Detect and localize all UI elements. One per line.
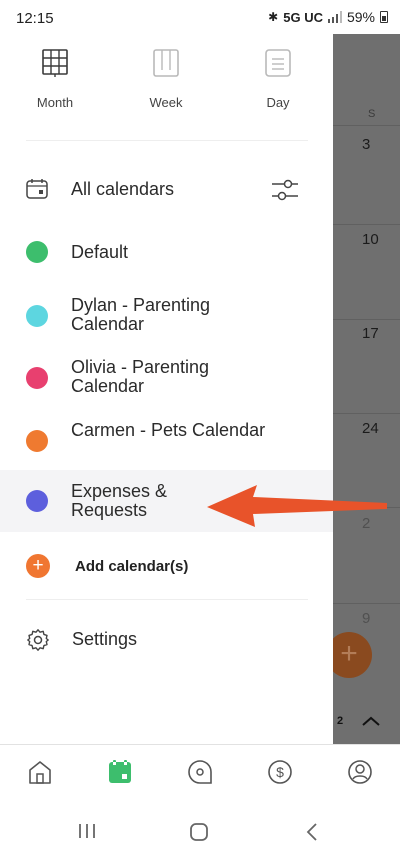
gear-icon — [27, 629, 49, 651]
add-calendar-button[interactable]: + Add calendar(s) — [0, 554, 333, 580]
bluetooth-icon: ✱ — [268, 10, 279, 24]
bottom-nav: $ — [0, 744, 400, 800]
divider — [333, 125, 400, 126]
week-columns-icon — [153, 49, 179, 77]
calendar-item-default[interactable]: Default — [0, 235, 333, 271]
status-bar: 12:15 ✱ 5G UC 59% — [0, 0, 400, 34]
chevron-up-icon[interactable] — [362, 716, 380, 726]
status-time: 12:15 — [16, 10, 54, 27]
calendar-icon[interactable] — [107, 759, 133, 785]
settings-label: Settings — [72, 629, 138, 649]
system-nav-bar — [0, 800, 400, 860]
page-indicator: 2 — [337, 715, 344, 727]
view-day-label: Day — [266, 95, 290, 110]
weekday-label: S — [368, 108, 376, 120]
calendar-color-dot — [26, 241, 48, 263]
home-button-icon[interactable] — [189, 822, 209, 842]
view-week-label: Week — [149, 95, 183, 110]
calendar-color-dot — [26, 367, 48, 389]
all-calendars-row[interactable]: All calendars — [0, 168, 333, 212]
date-cell: 24 — [362, 420, 379, 437]
calendar-item-dylan[interactable]: Dylan - Parenting Calendar — [0, 293, 333, 339]
view-week-button[interactable]: Week — [126, 48, 206, 110]
add-calendar-label: Add calendar(s) — [75, 558, 189, 575]
recent-apps-icon[interactable] — [77, 822, 97, 840]
battery-icon — [380, 11, 388, 23]
all-calendars-label: All calendars — [71, 179, 175, 199]
calendar-color-dot — [26, 305, 48, 327]
calendar-color-dot — [26, 490, 48, 512]
date-cell: 17 — [362, 325, 379, 342]
home-icon[interactable] — [27, 759, 53, 785]
annotation-arrow — [207, 485, 387, 527]
view-switcher: Month Week Day — [0, 48, 333, 128]
calendar-item-carmen[interactable]: Carmen - Pets Calendar — [0, 418, 333, 464]
settings-row[interactable]: Settings — [0, 626, 333, 654]
calendar-item-label: Default — [71, 242, 129, 262]
divider — [333, 413, 400, 414]
dollar-icon[interactable]: $ — [267, 759, 293, 785]
calendar-color-dot — [26, 430, 48, 452]
calendar-item-olivia[interactable]: Olivia - Parenting Calendar — [0, 355, 333, 401]
view-month-label: Month — [36, 95, 74, 110]
divider — [26, 140, 308, 141]
day-lines-icon — [265, 49, 291, 77]
back-icon[interactable] — [305, 822, 319, 842]
view-day-button[interactable]: Day — [238, 48, 318, 110]
date-cell: 9 — [362, 610, 371, 627]
profile-icon[interactable] — [347, 759, 373, 785]
svg-text:$: $ — [276, 764, 284, 780]
calendar-item-label: Carmen - Pets Calendar — [71, 420, 266, 440]
calendar-drawer: Month Week Day All calendars Default Dyl… — [0, 28, 333, 744]
network-label: 5G UC — [283, 9, 323, 25]
calendar-item-label: Dylan - Parenting Calendar — [71, 295, 211, 334]
signal-icon — [327, 11, 342, 23]
divider — [333, 224, 400, 225]
divider — [26, 599, 308, 600]
date-cell: 10 — [362, 231, 379, 248]
divider — [333, 319, 400, 320]
plus-icon: + — [26, 554, 50, 578]
calendar-item-label: Expenses & Requests — [71, 481, 168, 520]
month-grid-icon — [42, 49, 68, 77]
divider — [333, 603, 400, 604]
status-right: ✱ 5G UC 59% — [268, 9, 388, 25]
battery-label: 59% — [346, 9, 375, 25]
sliders-icon[interactable] — [271, 176, 299, 204]
message-icon[interactable] — [187, 759, 213, 785]
calendar-icon — [26, 179, 48, 199]
calendar-item-label: Olivia - Parenting Calendar — [71, 357, 210, 396]
date-cell: 3 — [362, 136, 371, 153]
view-month-button[interactable]: Month — [15, 48, 95, 110]
